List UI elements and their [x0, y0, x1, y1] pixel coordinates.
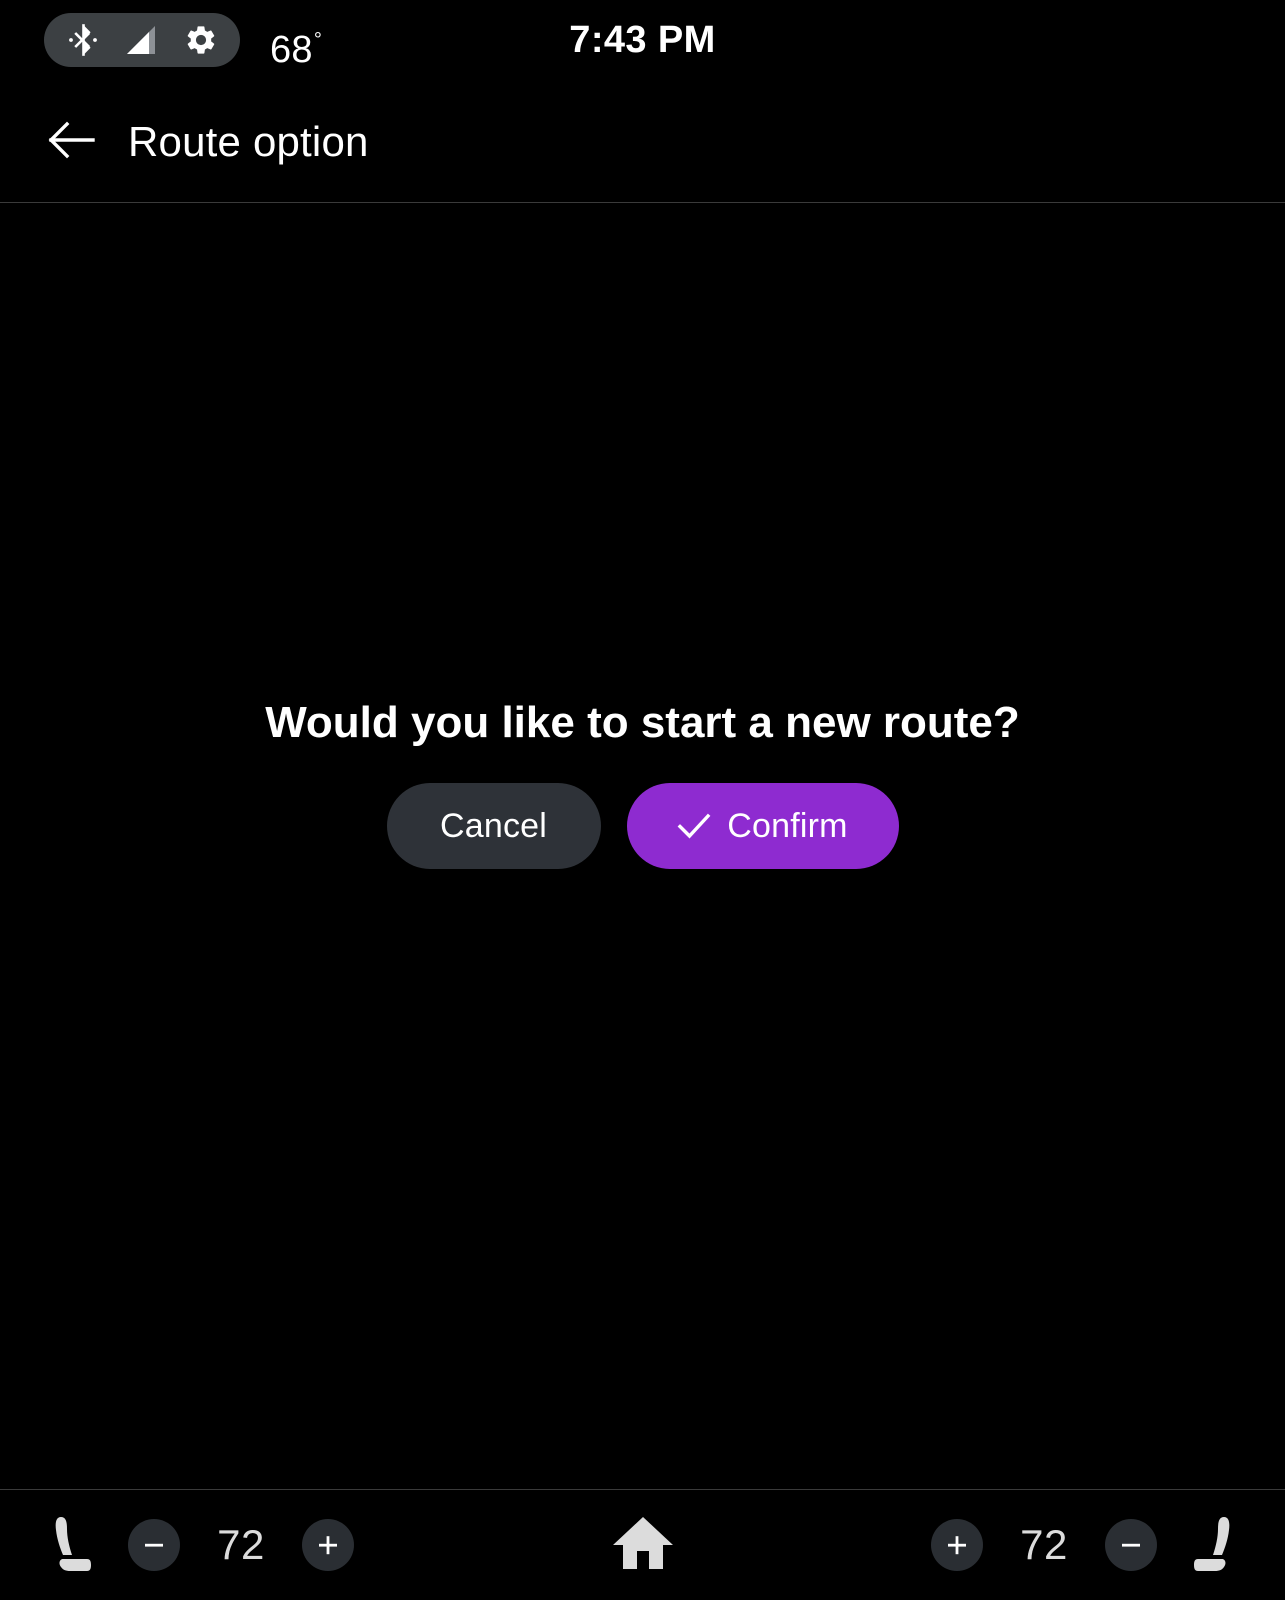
cancel-button-label: Cancel — [439, 806, 548, 845]
driver-temp-decrease-button[interactable] — [128, 1519, 180, 1571]
status-bar: 68° 7:43 PM — [0, 0, 1285, 82]
back-button[interactable] — [44, 114, 100, 170]
route-confirm-dialog: Would you like to start a new route? Can… — [0, 695, 1285, 869]
passenger-temp-increase-button[interactable] — [931, 1519, 983, 1571]
passenger-climate-controls: 72 — [931, 1490, 1285, 1600]
status-clock: 7:43 PM — [569, 19, 716, 61]
passenger-temp-decrease-button[interactable] — [1105, 1519, 1157, 1571]
home-button[interactable] — [611, 1513, 675, 1578]
check-icon — [677, 812, 711, 840]
driver-seat-icon[interactable] — [40, 1508, 100, 1582]
page-title: Route option — [128, 118, 369, 165]
passenger-temperature-value: 72 — [1020, 1521, 1068, 1568]
driver-climate-controls: 72 — [0, 1490, 354, 1600]
arrow-back-icon — [47, 118, 97, 167]
home-icon — [611, 1513, 675, 1578]
main-content: Would you like to start a new route? Can… — [0, 203, 1285, 1489]
driver-temp-increase-button[interactable] — [302, 1519, 354, 1571]
passenger-seat-icon[interactable] — [1185, 1508, 1245, 1582]
driver-temperature-value: 72 — [217, 1521, 265, 1568]
bottom-bar: 72 72 — [0, 1490, 1285, 1600]
confirm-button[interactable]: Confirm — [626, 783, 899, 869]
cancel-button[interactable]: Cancel — [386, 783, 601, 869]
dialog-actions: Cancel Confirm — [0, 783, 1285, 869]
confirm-button-label: Confirm — [727, 806, 848, 845]
app-header: Route option — [0, 82, 1285, 202]
dialog-message: Would you like to start a new route? — [265, 698, 1020, 747]
